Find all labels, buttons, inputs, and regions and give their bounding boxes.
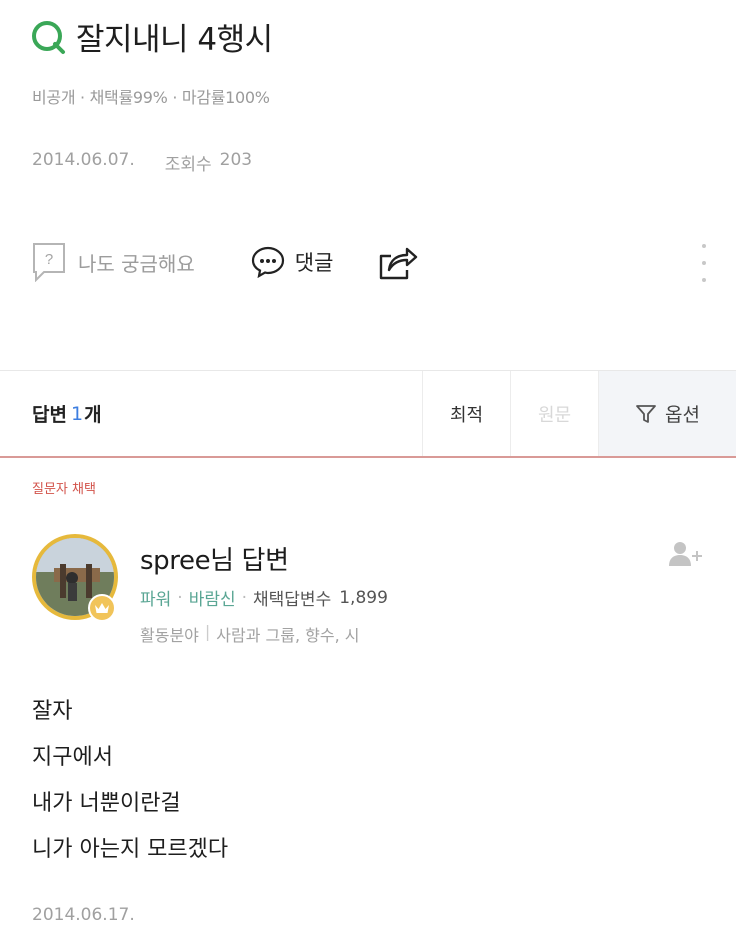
field-label: 활동분야 bbox=[140, 626, 199, 645]
author-title: 바람신 bbox=[188, 590, 236, 610]
follow-user-icon[interactable] bbox=[668, 540, 704, 574]
question-q-icon bbox=[32, 20, 65, 54]
curious-button[interactable]: ? 나도 궁금해요 bbox=[32, 242, 195, 282]
answer-date: 2014.06.17. bbox=[32, 905, 135, 925]
answer-count-label: 답변 bbox=[32, 404, 67, 426]
adopt-label: 채택답변수 bbox=[253, 590, 332, 610]
separator-dot: · bbox=[241, 587, 248, 608]
author-info: 파워 · 바람신 · 채택답변수 1,899 bbox=[140, 585, 388, 611]
filter-icon bbox=[636, 404, 656, 423]
separator-dot: · bbox=[177, 587, 183, 608]
share-icon bbox=[380, 247, 418, 280]
answer-line: 잘자 bbox=[32, 699, 73, 724]
question-bubble-icon: ? bbox=[33, 243, 65, 282]
answer-line: 지구에서 bbox=[32, 745, 113, 770]
answer-count-number: 1 bbox=[70, 402, 84, 425]
question-header: 잘지내니 4행시 bbox=[28, 14, 273, 59]
views-label: 조회수 bbox=[164, 155, 212, 175]
grade-crown-icon bbox=[88, 594, 116, 622]
answer-count-unit: 개 bbox=[84, 404, 102, 426]
comment-icon bbox=[251, 246, 284, 278]
comment-label: 댓글 bbox=[294, 251, 334, 275]
question-title: 잘지내니 4행시 bbox=[76, 22, 273, 58]
field-values: 사람과 그룹, 향수, 시 bbox=[216, 626, 360, 645]
question-date: 2014.06.07. bbox=[32, 150, 135, 170]
answer-author[interactable]: spree님 답변 bbox=[140, 540, 289, 577]
more-menu-icon[interactable] bbox=[698, 244, 710, 282]
sort-best-tab[interactable]: 최적 bbox=[422, 371, 510, 456]
comment-button[interactable]: 댓글 bbox=[251, 246, 334, 278]
answer-line: 내가 너뿐이란걸 bbox=[32, 791, 181, 816]
options-button[interactable]: 옵션 bbox=[598, 371, 736, 456]
author-grade: 파워 bbox=[140, 590, 172, 610]
answers-bar: 답변 1 개 최적 원문 옵션 bbox=[0, 370, 736, 458]
author-fields: 활동분야 | 사람과 그룹, 향수, 시 bbox=[140, 622, 359, 646]
sort-original-tab[interactable]: 원문 bbox=[510, 371, 598, 456]
options-label: 옵션 bbox=[665, 404, 700, 426]
question-meta: 비공개 · 채택률99% · 마감률100% bbox=[32, 88, 270, 107]
answer-count: 답변 1 개 bbox=[0, 371, 422, 456]
views-count: 203 bbox=[219, 150, 253, 170]
adopt-count: 1,899 bbox=[339, 587, 388, 608]
question-date-row: 2014.06.07. 조회수 203 bbox=[32, 150, 252, 175]
selected-answer-badge: 질문자 채택 bbox=[32, 482, 96, 497]
answer-line: 니가 아는지 모르겠다 bbox=[32, 837, 229, 862]
question-views: 조회수 203 bbox=[165, 150, 252, 175]
svg-text:?: ? bbox=[45, 251, 53, 268]
question-actions: ? 나도 궁금해요 댓글 bbox=[32, 238, 722, 286]
answer-body: 잘자 지구에서 내가 너뿐이란걸 니가 아는지 모르겠다 bbox=[32, 695, 228, 879]
share-button[interactable] bbox=[377, 242, 419, 282]
curious-label: 나도 궁금해요 bbox=[78, 251, 195, 276]
field-divider: | bbox=[204, 622, 211, 641]
